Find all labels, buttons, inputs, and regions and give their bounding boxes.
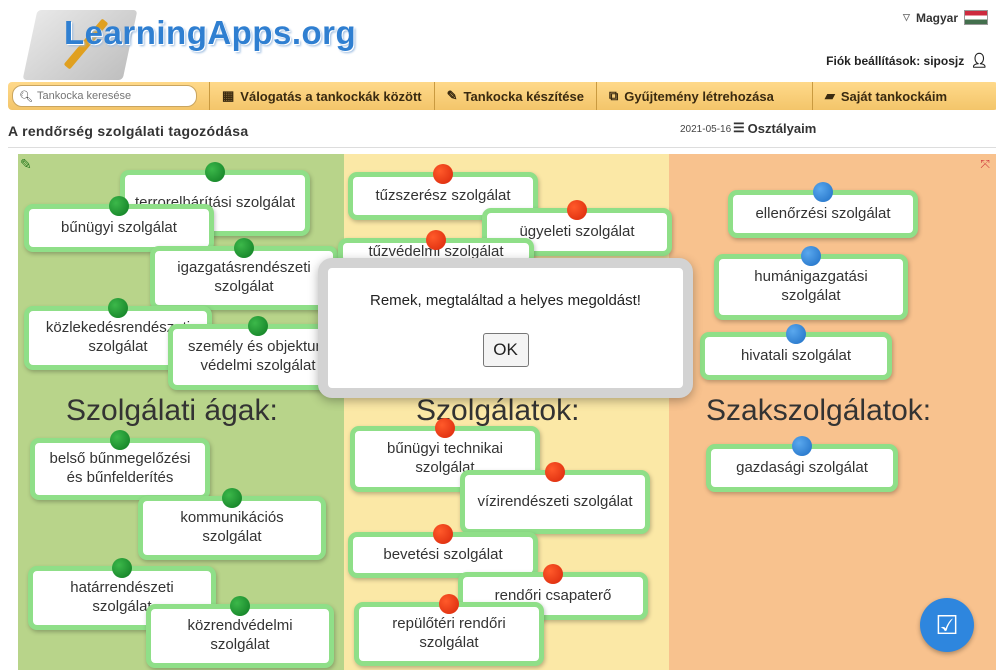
folder-icon: ▰ bbox=[824, 88, 835, 103]
pin-icon bbox=[433, 164, 453, 184]
page-date: 2021-05-16 bbox=[680, 124, 732, 135]
pin-icon bbox=[801, 246, 821, 266]
card-humanigazgatasi[interactable]: humánigazgatási szolgálat bbox=[714, 246, 908, 320]
app-board: ✎ ⤧ Szolgálati ágak: Szolgálatok: Szaksz… bbox=[18, 154, 996, 670]
pin-icon bbox=[112, 558, 132, 578]
card-bunugyi[interactable]: bűnügyi szolgálat bbox=[24, 196, 214, 252]
card-label: hivatali szolgálat bbox=[740, 346, 852, 364]
nav-my-apps-label: Saját tankockáim bbox=[840, 88, 948, 104]
success-dialog: Remek, megtaláltad a helyes megoldást! O… bbox=[318, 258, 693, 398]
card-label: ügyeleti szolgálat bbox=[519, 222, 635, 240]
card-label: vízirendészeti szolgálat bbox=[477, 492, 633, 510]
card-belso[interactable]: belső bűnmegelőzési és bűnfelderítés bbox=[30, 430, 210, 500]
pin-icon bbox=[433, 524, 453, 544]
card-label: bűnügyi szolgálat bbox=[61, 218, 177, 236]
pencil-icon: ✎ bbox=[446, 88, 458, 103]
card-repuloteri[interactable]: repülőtéri rendőri szolgálat bbox=[354, 594, 544, 666]
heading-branches: Szolgálati ágak: bbox=[66, 394, 278, 427]
pin-icon bbox=[439, 594, 459, 614]
account-label: Fiók beállítások: siposjz bbox=[826, 53, 965, 68]
card-ellenorzesi[interactable]: ellenőrzési szolgálat bbox=[728, 182, 918, 238]
logo[interactable]: LearningApps.org bbox=[20, 0, 356, 80]
collection-icon: ⧉ bbox=[609, 88, 619, 103]
card-igazgatasrendeszeti[interactable]: igazgatásrendészeti szolgálat bbox=[150, 238, 338, 310]
pin-icon bbox=[543, 564, 563, 584]
pin-icon bbox=[110, 430, 130, 450]
pin-icon bbox=[230, 596, 250, 616]
card-label: gazdasági szolgálat bbox=[736, 458, 868, 476]
pin-icon bbox=[567, 200, 587, 220]
nav-browse[interactable]: ▦ Válogatás a tankockák között bbox=[209, 82, 434, 110]
logo-text: LearningApps.org bbox=[64, 14, 357, 51]
card-label: személy és objektum védelmi szolgálat bbox=[187, 338, 329, 374]
search-box[interactable]: 🔍︎ bbox=[12, 85, 197, 107]
card-label: közrendvédelmi szolgálat bbox=[187, 617, 293, 653]
pin-icon bbox=[545, 462, 565, 482]
heading-special-services: Szakszolgálatok: bbox=[706, 394, 932, 427]
card-kozrendvedelmi[interactable]: közrendvédelmi szolgálat bbox=[146, 596, 334, 668]
user-icon: 👤︎ bbox=[970, 52, 988, 68]
card-label: igazgatásrendészeti szolgálat bbox=[177, 259, 311, 295]
nav-create-label: Tankocka készítése bbox=[463, 88, 584, 104]
checkbox-edit-icon: ☑ bbox=[935, 609, 959, 640]
card-hivatali[interactable]: hivatali szolgálat bbox=[700, 324, 892, 380]
language-selector[interactable]: ▽ Magyar bbox=[903, 10, 988, 25]
nav-my-apps[interactable]: ▰ Saját tankockáim bbox=[811, 82, 959, 110]
check-solution-button[interactable]: ☑ bbox=[920, 598, 974, 652]
pin-icon bbox=[205, 162, 225, 182]
account-settings[interactable]: Fiók beállítások: siposjz 👤︎ bbox=[826, 52, 988, 69]
card-label: humánigazgatási szolgálat bbox=[754, 268, 868, 304]
page-title: A rendőrség szolgálati tagozódása bbox=[8, 123, 249, 139]
pin-icon bbox=[248, 316, 268, 336]
search-input[interactable] bbox=[36, 90, 187, 102]
card-label: ellenőrzési szolgálat bbox=[755, 204, 891, 222]
ok-button[interactable]: OK bbox=[482, 333, 529, 367]
divider bbox=[8, 147, 996, 148]
card-kommunikacios[interactable]: kommunikációs szolgálat bbox=[138, 488, 326, 560]
search-icon: 🔍︎ bbox=[19, 90, 33, 103]
nav-browse-label: Válogatás a tankockák között bbox=[240, 88, 422, 104]
pin-icon bbox=[108, 298, 128, 318]
classes-label: Osztályaim bbox=[747, 120, 817, 136]
main-navbar: 🔍︎ ▦ Válogatás a tankockák között ✎ Tank… bbox=[8, 82, 996, 110]
card-gazdasagi[interactable]: gazdasági szolgálat bbox=[706, 436, 898, 492]
card-label: kommunikációs szolgálat bbox=[180, 509, 284, 545]
card-label: bevetési szolgálat bbox=[383, 545, 503, 563]
pin-icon bbox=[109, 196, 129, 216]
pin-icon bbox=[222, 488, 242, 508]
card-vizirendeszeti[interactable]: vízirendészeti szolgálat bbox=[460, 462, 650, 534]
hungarian-flag-icon bbox=[964, 10, 988, 25]
pin-icon bbox=[813, 182, 833, 202]
list-icon: ☰ bbox=[733, 120, 745, 135]
pin-icon bbox=[234, 238, 254, 258]
triangle-down-icon: ▽ bbox=[903, 12, 910, 22]
card-label: tűzszerész szolgálat bbox=[375, 186, 511, 204]
pin-icon bbox=[786, 324, 806, 344]
classes-link[interactable]: ☰ Osztályaim bbox=[733, 120, 816, 136]
fullscreen-icon[interactable]: ⤧ bbox=[980, 157, 990, 172]
card-label: repülőtéri rendőri szolgálat bbox=[392, 615, 506, 651]
pin-icon bbox=[435, 418, 455, 438]
grid-icon: ▦ bbox=[222, 88, 235, 103]
pin-icon bbox=[426, 230, 446, 250]
card-label: belső bűnmegelőzési és bűnfelderítés bbox=[49, 450, 191, 486]
dialog-message: Remek, megtaláltad a helyes megoldást! bbox=[370, 292, 641, 309]
pin-icon bbox=[792, 436, 812, 456]
nav-create[interactable]: ✎ Tankocka készítése bbox=[433, 82, 596, 110]
help-icon[interactable]: ✎ bbox=[20, 156, 32, 173]
language-label: Magyar bbox=[915, 10, 958, 25]
nav-collection[interactable]: ⧉ Gyűjtemény létrehozása bbox=[596, 82, 786, 110]
nav-collection-label: Gyűjtemény létrehozása bbox=[624, 88, 774, 104]
